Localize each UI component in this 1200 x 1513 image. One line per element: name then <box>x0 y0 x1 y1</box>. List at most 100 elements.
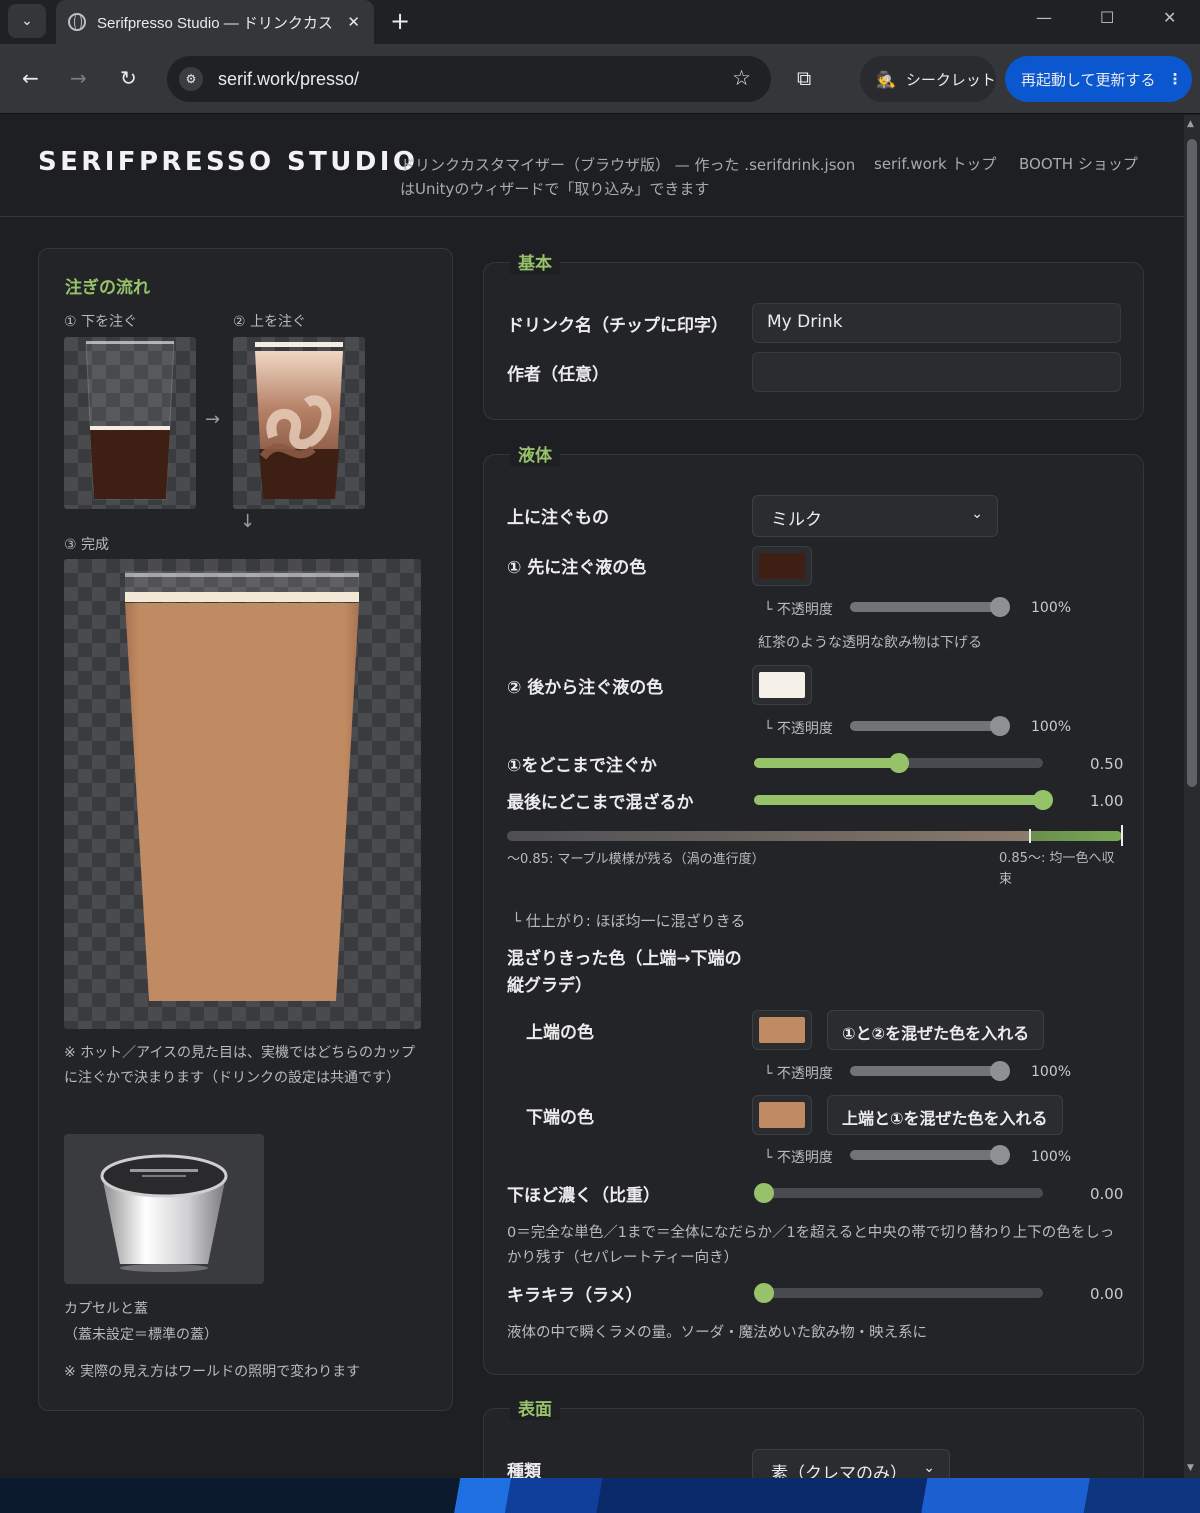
density-slider[interactable] <box>754 1183 1043 1203</box>
close-tab-icon[interactable]: ✕ <box>347 13 360 31</box>
top-pour-value: ミルク <box>771 510 822 530</box>
active-tab[interactable]: Serifpresso Studio — ドリンクカス ✕ <box>56 0 374 44</box>
opacity3-slider[interactable] <box>850 1061 1010 1081</box>
tab-search-button[interactable]: ⌄ <box>8 4 46 38</box>
author-input[interactable] <box>752 352 1121 392</box>
address-bar[interactable]: ⚙ serif.work/presso/ ☆ <box>167 56 771 102</box>
opacity4-value: 100% <box>1031 1149 1072 1165</box>
opacity2-knob[interactable] <box>990 716 1010 736</box>
nav-link-top[interactable]: serif.work トップ <box>874 153 996 174</box>
url-text[interactable]: serif.work/presso/ <box>218 69 359 90</box>
preview-card: 注ぎの流れ ① 下を注ぐ ② 上を注ぐ → ↓ ③ 完成 ※ ホット／アイスの見… <box>38 248 453 1411</box>
glitter-slider[interactable] <box>754 1283 1043 1303</box>
pour-level-slider[interactable] <box>754 753 1043 773</box>
minimize-icon[interactable]: — <box>1036 8 1052 27</box>
pour-level-fill <box>754 758 899 768</box>
mix-scale-marker <box>1029 829 1031 843</box>
top-color-picker[interactable] <box>752 1010 812 1050</box>
scroll-down-icon[interactable]: ▼ <box>1187 1463 1194 1473</box>
back-icon[interactable]: ← <box>22 66 39 90</box>
step2-cup <box>255 342 343 499</box>
chevron-down-icon: ⌄ <box>923 1460 935 1476</box>
liquid-legend: 液体 <box>510 441 560 466</box>
opacity4-label: └ 不透明度 <box>764 1150 833 1166</box>
mix-knob[interactable] <box>1033 790 1053 810</box>
incognito-indicator[interactable]: 🕵 シークレット <box>860 56 996 102</box>
opacity1-knob[interactable] <box>990 597 1010 617</box>
scroll-up-icon[interactable]: ▲ <box>1187 119 1194 129</box>
scrollbar-thumb[interactable] <box>1187 139 1197 787</box>
pour-level-label: ①をどこまで注ぐか <box>507 756 657 776</box>
reload-icon[interactable]: ↻ <box>120 66 137 90</box>
liquid-section: 液体 上に注ぐもの ミルク ⌄ ① 先に注ぐ液の色 └ 不透明度 100% 紅茶… <box>483 441 1144 1375</box>
site-tagline: ドリンクカスタマイザー（ブラウザ版） — 作った .serifdrink.jso… <box>400 156 856 198</box>
opacity4-slider[interactable] <box>850 1145 1010 1165</box>
pour-level-knob[interactable] <box>888 753 909 773</box>
maximize-icon[interactable]: ☐ <box>1100 8 1114 27</box>
mix-scale-right: 0.85〜: 均一色へ収束 <box>999 851 1115 887</box>
opacity3-knob[interactable] <box>990 1061 1010 1081</box>
extensions-icon[interactable]: ⧉ <box>797 66 811 90</box>
density-knob[interactable] <box>754 1183 774 1203</box>
surface-section: 表面 種類 素（クレマのみ） ⌄ <box>483 1395 1144 1478</box>
surface-type-label: 種類 <box>507 1462 541 1478</box>
new-tab-button[interactable]: + <box>390 6 410 36</box>
nav-link-booth[interactable]: BOOTH ショップ <box>1019 153 1138 174</box>
tab-strip: ⌄ Serifpresso Studio — ドリンクカス ✕ + — ☐ ✕ <box>0 0 1200 44</box>
color1-swatch <box>759 553 805 579</box>
capsule-label: カプセルと蓋 <box>64 1301 148 1317</box>
opacity2-label: └ 不透明度 <box>764 721 833 737</box>
opacity4-fill <box>850 1150 1000 1160</box>
gradient-label: 混ざりきった色（上端→下端の縦グラデ） <box>507 949 742 996</box>
top-pour-select[interactable]: ミルク ⌄ <box>752 495 998 537</box>
opacity4-knob[interactable] <box>990 1145 1010 1165</box>
os-taskbar <box>0 1478 1200 1513</box>
pour-flow-title: 注ぎの流れ <box>65 278 150 298</box>
site-info-icon[interactable]: ⚙ <box>179 67 203 91</box>
restart-update-button[interactable]: 再起動して更新する ⋮ <box>1005 56 1192 102</box>
drink-name-input[interactable]: My Drink <box>752 303 1121 343</box>
opacity1-slider[interactable] <box>850 597 1010 617</box>
glitter-knob[interactable] <box>754 1283 774 1303</box>
step1-cup <box>85 341 175 500</box>
opacity3-label: └ 不透明度 <box>764 1066 833 1082</box>
mix-scale-end <box>1121 825 1123 846</box>
step1-preview <box>64 337 196 509</box>
hot-ice-note: ※ ホット／アイスの見た目は、実機ではどちらのカップに注ぐかで決まります（ドリン… <box>64 1045 416 1086</box>
opacity2-slider[interactable] <box>850 716 1010 736</box>
top-color-label: 上端の色 <box>526 1023 594 1043</box>
step3-label: ③ 完成 <box>64 537 110 553</box>
page-scrollbar[interactable]: ▲ ▼ <box>1184 115 1200 1478</box>
opacity2-fill <box>850 721 1000 731</box>
color1-hint: 紅茶のような透明な飲み物は下げる <box>758 635 982 651</box>
site-logo[interactable]: SERIFPRESSO STUDIO <box>38 147 418 177</box>
color1-picker[interactable] <box>752 546 812 586</box>
mix-value: 1.00 <box>1090 792 1124 810</box>
bottom-color-picker[interactable] <box>752 1095 812 1135</box>
glitter-value: 0.00 <box>1090 1285 1124 1303</box>
close-window-icon[interactable]: ✕ <box>1163 8 1176 27</box>
density-label: 下ほど濃く（比重） <box>507 1186 660 1206</box>
mix-slider[interactable] <box>754 790 1053 810</box>
bottom-color-swatch <box>759 1102 805 1128</box>
mix-fill <box>754 795 1043 805</box>
author-label: 作者（任意） <box>507 365 609 385</box>
menu-dots-icon[interactable]: ⋮ <box>1168 70 1183 88</box>
mix-12-button[interactable]: ①と②を混ぜた色を入れる <box>827 1010 1045 1050</box>
color2-picker[interactable] <box>752 665 812 705</box>
color1-label: ① 先に注ぐ液の色 <box>507 558 647 578</box>
bookmark-star-icon[interactable]: ☆ <box>732 66 751 90</box>
glitter-help: 液体の中で瞬くラメの量。ソーダ・魔法めいた飲み物・映え系に <box>507 1325 928 1341</box>
density-value: 0.00 <box>1090 1185 1124 1203</box>
opacity1-fill <box>850 602 1000 612</box>
mix-label: 最後にどこまで混ざるか <box>507 793 694 813</box>
final-preview <box>64 559 421 1029</box>
forward-icon[interactable]: → <box>70 66 87 90</box>
mix-top-1-button[interactable]: 上端と①を混ぜた色を入れる <box>827 1095 1063 1135</box>
browser-toolbar: ← → ↻ ⚙ serif.work/presso/ ☆ ⧉ 🕵 シークレット … <box>0 44 1200 114</box>
step1-label: ① 下を注ぐ <box>64 314 138 330</box>
surface-type-select[interactable]: 素（クレマのみ） ⌄ <box>752 1449 950 1478</box>
step2-label: ② 上を注ぐ <box>233 314 307 330</box>
color2-label: ② 後から注ぐ液の色 <box>507 678 664 698</box>
final-cup <box>125 571 359 1001</box>
